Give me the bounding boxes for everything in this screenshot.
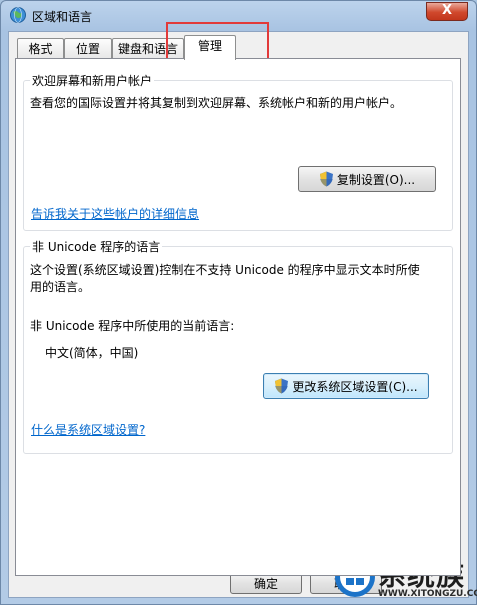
uac-shield-icon bbox=[319, 171, 333, 187]
tab-administrative[interactable]: 管理 bbox=[184, 35, 236, 60]
copy-settings-button[interactable]: 复制设置(O)... bbox=[298, 166, 436, 192]
uac-shield-icon bbox=[275, 378, 289, 394]
non-unicode-description-line2: 用的语言。 bbox=[30, 280, 91, 294]
tab-panel-administrative: 欢迎屏幕和新用户帐户 查看您的国际设置并将其复制到欢迎屏幕、系统帐户和新的用户帐… bbox=[15, 58, 461, 576]
watermark-url: WWW.XITONGZU.COM bbox=[378, 589, 477, 599]
change-system-locale-button[interactable]: 更改系统区域设置(C)... bbox=[263, 373, 429, 399]
accounts-details-link[interactable]: 告诉我关于这些帐户的详细信息 bbox=[31, 205, 199, 222]
welcome-group-title: 欢迎屏幕和新用户帐户 bbox=[30, 72, 155, 89]
copy-settings-label: 复制设置(O)... bbox=[336, 172, 416, 187]
non-unicode-group: 非 Unicode 程序的语言 这个设置(系统区域设置)控制在不支持 Unico… bbox=[23, 238, 453, 454]
non-unicode-group-title: 非 Unicode 程序的语言 bbox=[30, 238, 163, 255]
dialog-client: 格式 位置 键盘和语言 管理 欢迎屏幕和新用户帐户 查看您的国际设置并将其复制到… bbox=[8, 31, 469, 598]
what-is-system-locale-link[interactable]: 什么是系统区域设置? bbox=[31, 421, 145, 438]
change-system-locale-label: 更改系统区域设置(C)... bbox=[292, 379, 418, 394]
dialog-window: 区域和语言 X 格式 位置 键盘和语言 管理 欢迎屏幕和新用户帐户 查看您的国际… bbox=[0, 0, 477, 605]
non-unicode-description-line1: 这个设置(系统区域设置)控制在不支持 Unicode 的程序中显示文本时所使 bbox=[30, 263, 420, 277]
current-language-label: 非 Unicode 程序中所使用的当前语言: bbox=[30, 319, 235, 333]
current-language-value: 中文(简体，中国) bbox=[45, 346, 139, 360]
welcome-screen-group: 欢迎屏幕和新用户帐户 查看您的国际设置并将其复制到欢迎屏幕、系统帐户和新的用户帐… bbox=[23, 72, 453, 231]
welcome-description: 查看您的国际设置并将其复制到欢迎屏幕、系统帐户和新的用户帐户。 bbox=[30, 96, 403, 110]
